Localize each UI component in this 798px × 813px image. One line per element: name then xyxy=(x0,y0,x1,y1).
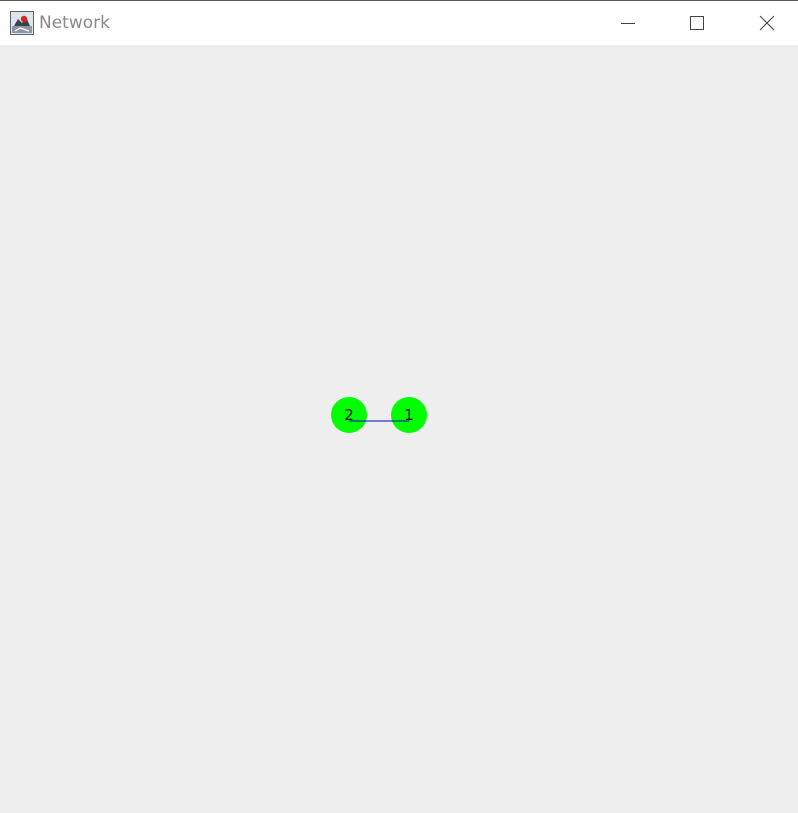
java-app-icon[interactable] xyxy=(10,11,34,35)
title-bar[interactable]: Network xyxy=(0,1,798,45)
network-canvas[interactable]: 12 xyxy=(0,45,798,813)
node-2[interactable]: 2 xyxy=(331,397,367,433)
minimize-button[interactable] xyxy=(605,1,651,45)
window-title: Network xyxy=(39,13,110,33)
network-graph[interactable]: 12 xyxy=(0,45,798,813)
maximize-icon xyxy=(690,16,704,30)
close-button[interactable] xyxy=(744,1,790,45)
close-icon xyxy=(759,15,775,31)
minimize-icon xyxy=(621,23,635,24)
node-1[interactable]: 1 xyxy=(391,397,427,433)
app-window: Network 12 xyxy=(0,0,798,813)
maximize-button[interactable] xyxy=(674,1,720,45)
nodes-layer: 12 xyxy=(331,397,427,433)
